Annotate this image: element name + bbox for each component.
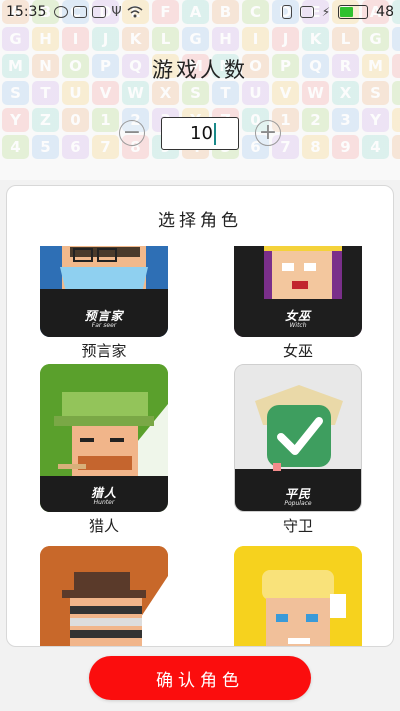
vibrate-icon <box>281 5 292 19</box>
status-time: 15:35 <box>6 4 47 20</box>
cupid-avatar <box>234 546 362 646</box>
hunter-badge-en: Hunter <box>93 499 115 506</box>
plus-circle-icon[interactable]: + <box>255 120 281 146</box>
cupid-icon <box>234 546 362 646</box>
hunter-avatar: 猎人 Hunter <box>40 364 168 512</box>
role-grid[interactable]: 预言家 Far seer 预言家 女巫 Witch 女巫 猎人 Hunter 猎… <box>7 246 393 646</box>
witch-avatar: 女巫 Witch <box>234 246 362 337</box>
usb-icon: Ψ <box>111 4 122 20</box>
player-count-stepper: − 10 + <box>0 117 400 151</box>
guard-avatar: 平民 Populace <box>234 364 362 512</box>
status-icons-left: Ψ <box>54 4 143 20</box>
role-card-seer[interactable]: 预言家 Far seer 预言家 <box>40 246 170 361</box>
seer-badge-en: Far seer <box>91 322 117 329</box>
role-name-guard: 守卫 <box>282 517 313 535</box>
battery-percent: 48 <box>376 4 394 20</box>
status-icons-right: ⚡ 48 <box>281 4 394 20</box>
cast-icon <box>299 6 314 18</box>
role-card-thief[interactable] <box>40 546 170 646</box>
player-count-value: 10 <box>190 123 213 144</box>
role-card-witch[interactable]: 女巫 Witch 女巫 <box>234 246 364 361</box>
page-title: 游戏人数 <box>152 58 248 82</box>
minus-circle-icon[interactable]: − <box>119 120 145 146</box>
seer-avatar: 预言家 Far seer <box>40 246 168 337</box>
confirm-roles-button[interactable]: 确认角色 <box>89 656 311 700</box>
role-name-witch: 女巫 <box>282 342 313 360</box>
battery-icon <box>338 5 369 19</box>
guard-badge-en: Populace <box>284 500 312 507</box>
role-card-cupid[interactable] <box>234 546 364 646</box>
role-card-hunter[interactable]: 猎人 Hunter 猎人 <box>40 364 170 536</box>
witch-badge-en: Witch <box>289 322 307 329</box>
thief-avatar <box>40 546 168 646</box>
background-overlay <box>0 0 400 180</box>
player-count-input[interactable]: 10 <box>161 117 239 150</box>
wifi-icon <box>127 6 143 18</box>
message-icon <box>54 6 69 18</box>
battery-level-fill <box>340 7 353 17</box>
thief-icon <box>40 546 168 646</box>
role-panel-title: 选择角色 <box>158 211 242 231</box>
role-selection-panel: 选择角色 预言家 Far seer 预言家 女巫 Witch 女巫 猎人 Hun… <box>6 185 394 647</box>
charging-icon: ⚡ <box>321 5 331 19</box>
image-icon <box>73 6 88 18</box>
status-bar: 15:35 Ψ ⚡ 48 <box>0 0 400 24</box>
text-caret <box>213 122 216 145</box>
role-name-seer: 预言家 <box>81 342 127 360</box>
role-name-hunter: 猎人 <box>88 517 119 535</box>
mail-icon <box>92 6 107 18</box>
role-card-guard[interactable]: 平民 Populace 守卫 <box>234 364 364 536</box>
